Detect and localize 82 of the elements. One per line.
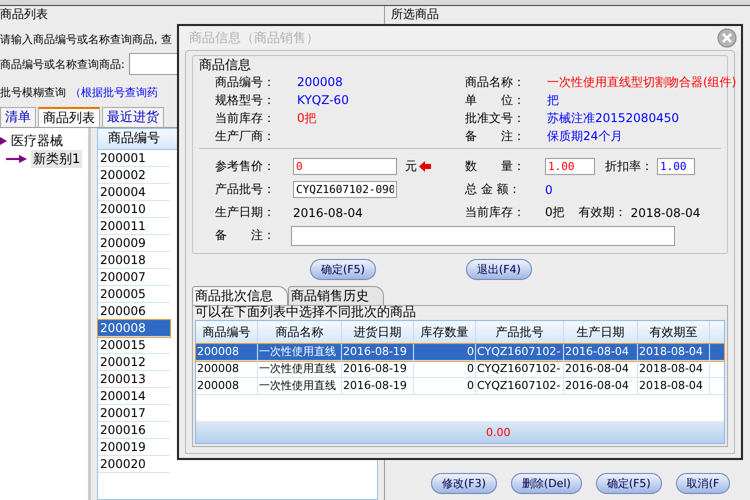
table-row[interactable]: 200009	[98, 235, 170, 252]
batch-search-hint: （根据批号查询药	[70, 84, 158, 100]
table-row[interactable]: 200004	[98, 184, 170, 201]
tree-item[interactable]: 新类别1	[31, 150, 82, 168]
field-label: 规格型号：	[215, 92, 276, 108]
group-title: 商品信息	[199, 57, 252, 74]
close-icon[interactable]	[717, 28, 737, 48]
table-row[interactable]: 200019	[98, 439, 170, 456]
field-label: 备 注：	[465, 128, 526, 144]
unit-label: 元	[405, 158, 417, 175]
action-button[interactable]: 修改(F3)	[431, 473, 497, 494]
group-title: 所选商品	[391, 7, 439, 22]
column-header[interactable]: 商品编号	[98, 129, 170, 149]
field-value: 200008	[297, 75, 343, 89]
field-label: 产品批号：	[215, 181, 276, 198]
tab[interactable]: 清单	[0, 107, 36, 127]
action-button[interactable]: 删除(Del)	[510, 473, 582, 494]
field-label: 单 位：	[465, 92, 526, 108]
table-row[interactable]: 200013	[98, 371, 170, 388]
field-value: 一次性使用直线型切割吻合器(组件)	[547, 74, 736, 90]
table-row[interactable]: 200018	[98, 252, 170, 269]
arrow-icon	[0, 136, 8, 146]
quantity-field[interactable]: 1.00	[545, 158, 595, 175]
table-row[interactable]: 200016	[98, 422, 170, 439]
field-label: 总 金 额：	[465, 181, 522, 198]
dialog-button[interactable]: 退出(F4)	[466, 259, 532, 280]
table-row[interactable]: 200008	[98, 320, 170, 337]
tab[interactable]: 商品批次信息	[192, 286, 288, 305]
total-value: 0.00	[486, 426, 510, 438]
tab[interactable]: 商品列表	[38, 107, 100, 127]
field-label: 当前库存：	[465, 204, 526, 221]
field-value: 2018-08-04	[630, 206, 700, 220]
field-label: 批准文号：	[465, 110, 526, 126]
table-row[interactable]: 200008 一次性使用直线 2016-08-19 0 CYQZ1607102- 2016-08-04 2018-08-04	[196, 344, 724, 361]
note-field[interactable]	[291, 226, 675, 246]
discount-field[interactable]: 1.00	[657, 158, 695, 175]
tab[interactable]: 最近进货	[102, 107, 164, 127]
table-row[interactable]: 200017	[98, 405, 170, 422]
field-label: 数 量：	[465, 158, 526, 175]
field-label: 参考售价：	[215, 158, 276, 175]
field-value: KYQZ-60	[297, 93, 349, 107]
table-row[interactable]: 200007	[98, 269, 170, 286]
field-label: 生产厂商：	[215, 128, 276, 144]
action-button[interactable]: 取消(F	[676, 473, 730, 494]
field-value: 保质期24个月	[547, 128, 622, 144]
field-value: 苏械注准20152080450	[547, 110, 679, 126]
group-title: 商品列表	[0, 7, 48, 22]
table-row[interactable]: 200005	[98, 286, 170, 303]
field-label: 生产日期：	[215, 204, 276, 221]
table-row[interactable]: 200001	[98, 150, 170, 167]
group-title: 可以在下面列表中选择不同批次的商品	[195, 306, 417, 320]
table-row[interactable]: 200010	[98, 201, 170, 218]
field-label: 折扣率：	[605, 158, 653, 175]
tree-item[interactable]: 医疗器械	[11, 132, 63, 150]
field-value: 2016-08-04	[293, 206, 363, 220]
dialog-title: 商品信息（商品销售）	[189, 30, 319, 47]
action-button[interactable]: 确定(F5)	[596, 473, 662, 494]
table-row[interactable]: 200002	[98, 167, 170, 184]
price-field[interactable]: 0	[293, 158, 397, 175]
table-row[interactable]: 200015	[98, 337, 170, 354]
field-value: 把	[547, 92, 559, 108]
field-value: 0把	[545, 204, 565, 221]
table-row[interactable]: 200014	[98, 388, 170, 405]
total-value: 0	[545, 182, 553, 196]
field-label: 当前库存：	[215, 110, 276, 126]
arrow-icon	[419, 161, 431, 172]
arrow-icon	[6, 154, 28, 164]
field-label: 有效期：	[578, 204, 627, 221]
batch-search-label: 批号模糊查询	[0, 84, 66, 100]
dialog-button[interactable]: 确定(F5)	[310, 259, 376, 280]
field-label: 备 注：	[215, 227, 276, 244]
search-label: 商品编号或名称查询商品:	[0, 56, 125, 72]
table-row[interactable]: 200008 一次性使用直线 2016-08-19 0 CYQZ1607102- 2016-08-04 2018-08-04	[196, 361, 724, 378]
table-row[interactable]: 200020	[98, 456, 170, 473]
table-row[interactable]: 200008 一次性使用直线 2016-08-19 0 CYQZ1607102- 2016-08-04 2018-08-04	[196, 378, 724, 395]
hint-text: 请输入商品编号或名称查询商品, 查	[0, 32, 172, 47]
field-value: 0把	[297, 110, 317, 126]
field-label: 商品编号：	[215, 74, 276, 90]
field-label: 商品名称：	[465, 74, 526, 90]
table-row[interactable]: 200012	[98, 354, 170, 371]
tab[interactable]: 商品销售历史	[288, 286, 384, 305]
table-row[interactable]: 200011	[98, 218, 170, 235]
